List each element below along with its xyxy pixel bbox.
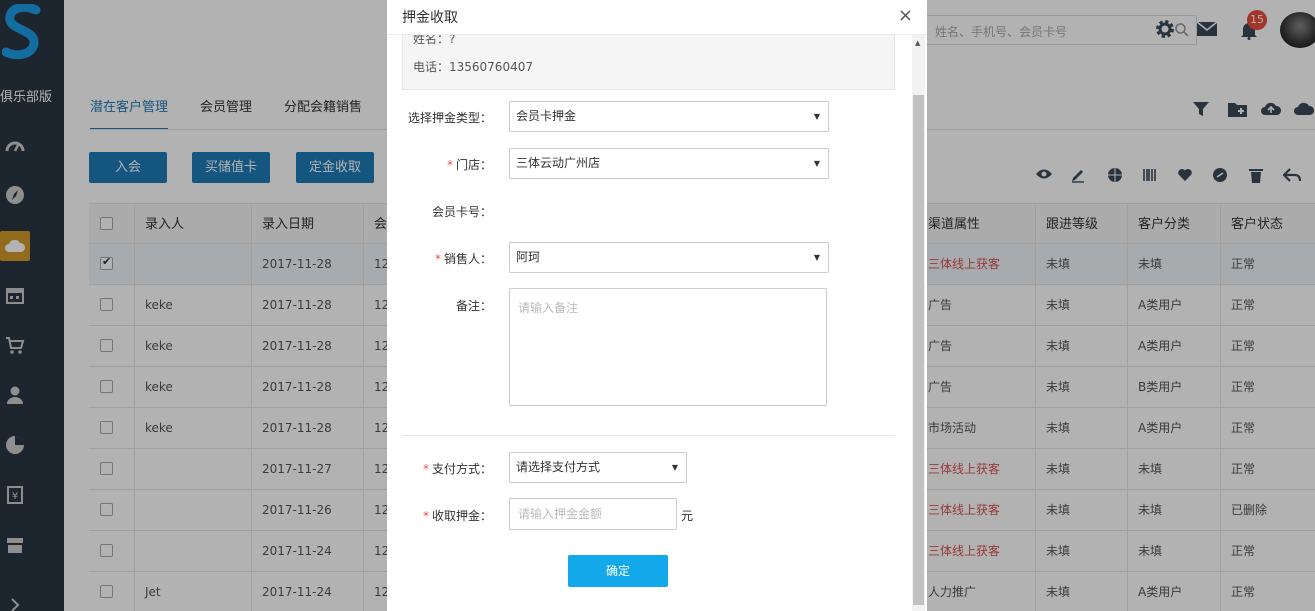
- deposit-type-select[interactable]: 会员卡押金 ▼: [509, 101, 829, 132]
- sales-label: * 销售人：: [434, 252, 492, 266]
- remark-label: 备注：: [455, 299, 492, 313]
- modal-header: 押金收取 ×: [387, 0, 927, 35]
- modal-scrollbar[interactable]: ▲: [912, 35, 925, 611]
- payment-value: 请选择支付方式: [516, 460, 601, 474]
- amount-input[interactable]: 请输入押金金额: [509, 498, 677, 530]
- store-select[interactable]: 三体云动广州店 ▼: [509, 148, 829, 179]
- form-divider: [402, 435, 895, 436]
- card-number-label: 会员卡号：: [431, 205, 492, 219]
- caret-down-icon: ▼: [671, 463, 678, 472]
- close-icon[interactable]: ×: [898, 5, 913, 26]
- payment-label: * 支付方式：: [422, 462, 492, 476]
- sales-select[interactable]: 阿珂 ▼: [509, 242, 829, 273]
- sales-value: 阿珂: [516, 250, 541, 264]
- caret-down-icon: ▼: [813, 159, 820, 168]
- caret-down-icon: ▼: [813, 253, 820, 262]
- currency-unit: 元: [681, 509, 694, 523]
- scroll-up-icon[interactable]: ▲: [915, 39, 920, 47]
- store-label: * 门店：: [446, 158, 492, 172]
- payment-select[interactable]: 请选择支付方式 ▼: [509, 452, 687, 483]
- customer-phone: 电话：13560760407: [413, 60, 533, 74]
- caret-down-icon: ▼: [813, 112, 820, 121]
- deposit-type-label: 选择押金类型：: [407, 111, 492, 125]
- deposit-modal: 姓名：? 电话：13560760407 押金收取 × ▲ 选择押金类型： 会员卡…: [387, 0, 927, 611]
- store-value: 三体云动广州店: [516, 156, 601, 170]
- customer-info-box: 姓名：? 电话：13560760407: [402, 32, 895, 90]
- modal-title: 押金收取: [402, 10, 458, 26]
- scroll-thumb[interactable]: [913, 95, 924, 605]
- deposit-type-value: 会员卡押金: [516, 109, 577, 123]
- remark-textarea[interactable]: 请输入备注: [509, 288, 827, 406]
- confirm-button[interactable]: 确定: [568, 555, 668, 587]
- amount-label: * 收取押金：: [422, 509, 492, 523]
